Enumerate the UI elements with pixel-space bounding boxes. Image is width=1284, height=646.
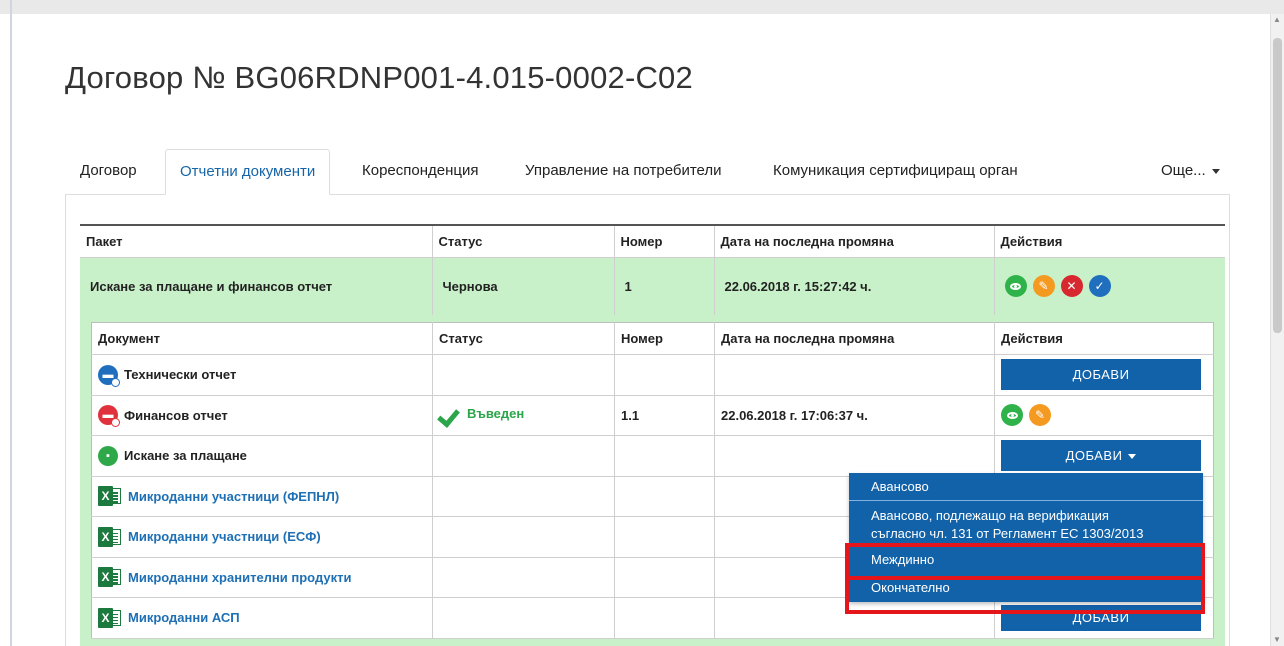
- delete-icon[interactable]: ✕: [1060, 275, 1083, 298]
- document-date: 22.06.2018 г. 17:06:37 ч.: [714, 395, 995, 436]
- menu-item-advance[interactable]: Авансово: [849, 473, 1203, 501]
- scroll-up-icon[interactable]: ▲: [1273, 16, 1281, 24]
- chevron-down-icon: [1128, 454, 1137, 460]
- document-status: [432, 354, 615, 396]
- menu-item-advance-verification[interactable]: Авансово, подлежащо на верификация съгла…: [849, 501, 1203, 546]
- package-table: Пакет Статус Номер Дата на последна пром…: [80, 224, 1225, 315]
- tab-contract[interactable]: Договор: [80, 149, 137, 195]
- edit-icon[interactable]: ✎: [1029, 404, 1051, 427]
- document-name: Финансов отчет: [124, 407, 228, 423]
- package-number: 1: [614, 257, 715, 315]
- document-number: [614, 354, 715, 396]
- scrollbar-thumb[interactable]: [1273, 38, 1282, 333]
- package-table-header: Пакет Статус Номер Дата на последна пром…: [80, 225, 1225, 257]
- package-name: Искане за плащане и финансов отчет: [80, 257, 433, 315]
- col-document: Документ: [91, 322, 433, 355]
- menu-item-advance-verification-line1: Авансово, подлежащо на верификация: [871, 508, 1109, 523]
- document-date: [714, 354, 995, 396]
- package-actions: ✎ ✕ ✓: [994, 257, 1225, 315]
- checkmark-icon: [439, 405, 461, 423]
- tab-more-label: Още...: [1161, 162, 1206, 179]
- page-title: Договор № BG06RDNP001-4.015-0002-C02: [65, 60, 693, 95]
- add-technical-report-button[interactable]: ДОБАВИ: [1001, 359, 1201, 391]
- document-link[interactable]: Микроданни участници (ЕСФ): [128, 529, 321, 544]
- document-status: Въведен: [467, 406, 525, 422]
- package-status: Чернова: [432, 257, 615, 315]
- view-icon[interactable]: [1001, 404, 1023, 427]
- document-name: Технически отчет: [124, 367, 237, 383]
- col-package: Пакет: [80, 225, 433, 257]
- document-link[interactable]: Микроданни АСП: [128, 610, 240, 625]
- add-asp-microdata-button[interactable]: ДОБАВИ: [1001, 604, 1201, 631]
- col-doc-last-change: Дата на последна промяна: [714, 322, 995, 355]
- excel-icon: X: [98, 607, 122, 629]
- col-number: Номер: [614, 225, 715, 257]
- browser-top-strip: [0, 0, 1284, 14]
- tab-correspondence[interactable]: Кореспонденция: [362, 149, 478, 195]
- tab-reporting-documents[interactable]: Отчетни документи: [165, 149, 331, 195]
- page-left-border: [10, 0, 12, 646]
- view-icon[interactable]: [1004, 275, 1027, 298]
- package-row: Искане за плащане и финансов отчет Черно…: [80, 257, 1225, 315]
- col-last-change: Дата на последна промяна: [714, 225, 995, 257]
- table-row: ▬ Технически отчет ДОБАВИ: [91, 354, 1214, 396]
- table-row: ▪ Искане за плащане ДОБАВИ: [91, 435, 1214, 477]
- table-row: ▬ Финансов отчет Въведен 1.1 22.06.2018 г…: [91, 395, 1214, 436]
- excel-icon: X: [98, 566, 122, 588]
- approve-icon[interactable]: ✓: [1088, 275, 1111, 298]
- menu-item-final[interactable]: Окончателно: [849, 574, 1203, 602]
- document-link[interactable]: Микроданни хранителни продукти: [128, 570, 351, 585]
- chevron-down-icon: [1211, 168, 1220, 174]
- document-status: [432, 435, 615, 477]
- col-actions: Действия: [1000, 233, 1063, 249]
- edit-icon[interactable]: ✎: [1032, 275, 1055, 298]
- document-number: [614, 435, 715, 477]
- document-name: Искане за плащане: [124, 448, 247, 464]
- financial-report-icon: ▬: [98, 405, 120, 428]
- col-doc-number: Номер: [614, 322, 715, 355]
- package-date: 22.06.2018 г. 15:27:42 ч.: [714, 257, 995, 315]
- table-row: X Микроданни АСП ДОБАВИ: [91, 597, 1214, 639]
- technical-report-icon: ▬: [98, 364, 120, 387]
- col-doc-actions: Действия: [994, 322, 1214, 355]
- excel-icon: X: [98, 526, 122, 548]
- payment-request-icon: ▪: [98, 445, 118, 466]
- documents-table-header: Документ Статус Номер Дата на последна п…: [91, 322, 1214, 355]
- document-number: 1.1: [614, 395, 715, 436]
- menu-item-interim[interactable]: Междинно: [849, 546, 1203, 574]
- tab-more-dropdown[interactable]: Още...: [1161, 149, 1220, 195]
- col-doc-status: Статус: [432, 322, 615, 355]
- tab-bar: Договор Отчетни документи Кореспонденция…: [65, 149, 1230, 195]
- payment-request-type-menu: Авансово Авансово, подлежащо на верифика…: [849, 473, 1203, 602]
- add-payment-request-label: ДОБАВИ: [1065, 448, 1123, 464]
- scroll-down-icon[interactable]: ▼: [1273, 636, 1281, 644]
- document-link[interactable]: Микроданни участници (ФЕПНЛ): [128, 489, 339, 504]
- excel-icon: X: [98, 485, 122, 507]
- document-date: [714, 435, 995, 477]
- vertical-scrollbar[interactable]: ▲ ▼: [1270, 14, 1284, 646]
- tab-certifying-authority[interactable]: Комуникация сертифициращ орган: [773, 149, 1018, 195]
- menu-item-advance-verification-line2: съгласно чл. 131 от Регламент ЕС 1303/20…: [871, 526, 1144, 541]
- tab-user-management[interactable]: Управление на потребители: [525, 149, 722, 195]
- add-payment-request-dropdown-button[interactable]: ДОБАВИ: [1001, 440, 1201, 472]
- col-status: Статус: [432, 225, 615, 257]
